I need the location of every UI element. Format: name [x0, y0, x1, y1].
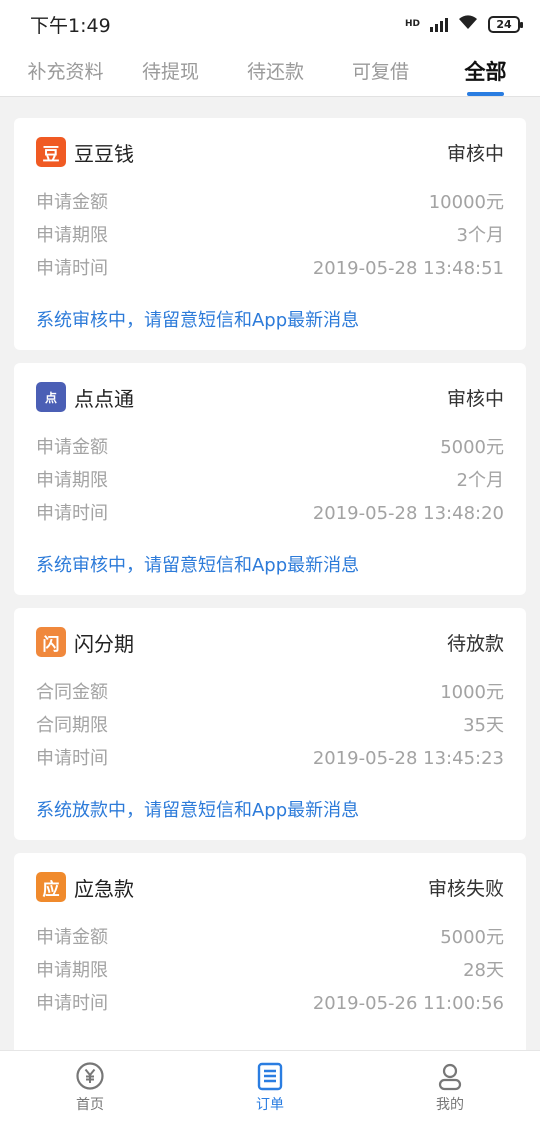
detail-value: 2019-05-28 13:45:23	[312, 748, 504, 769]
order-notice: 系统审核中，请留意短信和App最新消息	[36, 555, 360, 576]
detail-value: 1000元	[440, 682, 504, 703]
order-list: 豆 豆豆钱 审核中 申请金额 10000元 申请期限 3个月 申请时间 2019-05…	[14, 118, 526, 1098]
brand-name: 闪分期	[74, 631, 134, 656]
order-card-header: 点 点点通 审核中	[36, 363, 504, 431]
detail-value: 3个月	[456, 225, 504, 246]
detail-row: 合同金额 1000元	[36, 676, 504, 709]
status-time: 下午1:49	[30, 14, 111, 37]
detail-value: 35天	[463, 715, 504, 736]
tab-supplement[interactable]: 补充资料	[13, 48, 118, 96]
nav-profile-label: 我的	[436, 1097, 464, 1113]
detail-label: 申请金额	[36, 192, 108, 213]
brand-logo-icon: 闪	[36, 627, 66, 657]
network-type: HD	[404, 19, 420, 29]
detail-row: 申请期限 3个月	[36, 219, 504, 252]
detail-row: 申请金额 10000元	[36, 186, 504, 219]
detail-label: 申请金额	[36, 927, 108, 948]
order-card-header: 豆 豆豆钱 审核中	[36, 118, 504, 186]
detail-value: 5000元	[440, 437, 504, 458]
bottom-nav: 首页 订单 我的	[0, 1050, 540, 1124]
tab-reborrow[interactable]: 可复借	[328, 48, 433, 96]
battery-level: 24	[496, 17, 512, 31]
order-brand: 豆 豆豆钱	[36, 137, 134, 167]
user-icon	[438, 1063, 462, 1091]
detail-value: 2019-05-26 11:00:56	[312, 993, 504, 1014]
order-details: 合同金额 1000元 合同期限 35天 申请时间 2019-05-28 13:45:2…	[36, 676, 504, 775]
detail-value: 2019-05-28 13:48:51	[312, 258, 504, 279]
detail-label: 申请期限	[36, 225, 108, 246]
nav-home[interactable]: 首页	[0, 1051, 180, 1124]
yuan-icon	[76, 1062, 104, 1090]
detail-value: 28天	[463, 960, 504, 981]
order-details: 申请金额 5000元 申请期限 2个月 申请时间 2019-05-28 13:48:2…	[36, 431, 504, 530]
battery-icon: 24	[488, 15, 523, 33]
order-brand: 应 应急款	[36, 872, 134, 902]
order-status: 审核中	[446, 387, 504, 410]
detail-row: 申请时间 2019-05-26 11:00:56	[36, 987, 504, 1020]
detail-row: 申请时间 2019-05-28 13:48:20	[36, 497, 504, 530]
detail-label: 申请时间	[36, 993, 108, 1014]
detail-row: 申请时间 2019-05-28 13:45:23	[36, 742, 504, 775]
order-status: 审核中	[446, 142, 504, 165]
detail-row: 申请期限 2个月	[36, 464, 504, 497]
detail-label: 申请期限	[36, 470, 108, 491]
order-tabs: 补充资料 待提现 待还款 可复借 全部	[0, 48, 540, 97]
brand-name: 应急款	[74, 876, 134, 901]
status-icons: HD 24	[404, 14, 523, 34]
order-card[interactable]: 闪 闪分期 待放款 合同金额 1000元 合同期限 35天 申请时间 2019-05-…	[14, 608, 526, 840]
brand-name: 点点通	[74, 386, 134, 411]
detail-value: 5000元	[440, 927, 504, 948]
order-status: 审核失败	[427, 877, 504, 900]
detail-label: 申请时间	[36, 503, 108, 524]
order-details: 申请金额 5000元 申请期限 28天 申请时间 2019-05-26 11:00:5…	[36, 921, 504, 1020]
nav-orders[interactable]: 订单	[180, 1051, 360, 1124]
order-brand: 点 点点通	[36, 382, 134, 412]
wifi-icon	[458, 14, 478, 34]
signal-icon	[430, 16, 448, 32]
detail-row: 申请金额 5000元	[36, 431, 504, 464]
order-details: 申请金额 10000元 申请期限 3个月 申请时间 2019-05-28 13:48:…	[36, 186, 504, 285]
order-card[interactable]: 点 点点通 审核中 申请金额 5000元 申请期限 2个月 申请时间 2019-05-…	[14, 363, 526, 595]
brand-logo-icon: 豆	[36, 137, 66, 167]
detail-row: 申请期限 28天	[36, 954, 504, 987]
detail-value: 2个月	[456, 470, 504, 491]
detail-label: 申请金额	[36, 437, 108, 458]
order-status: 待放款	[446, 632, 504, 655]
detail-value: 2019-05-28 13:48:20	[312, 503, 504, 524]
detail-label: 合同金额	[36, 682, 108, 703]
order-brand: 闪 闪分期	[36, 627, 134, 657]
tab-pending-repay[interactable]: 待还款	[223, 48, 328, 96]
nav-profile[interactable]: 我的	[360, 1051, 540, 1124]
detail-row: 合同期限 35天	[36, 709, 504, 742]
brand-name: 豆豆钱	[74, 141, 134, 166]
detail-row: 申请时间 2019-05-28 13:48:51	[36, 252, 504, 285]
brand-logo-icon: 点	[36, 382, 66, 412]
detail-label: 申请时间	[36, 748, 108, 769]
order-card-header: 闪 闪分期 待放款	[36, 608, 504, 676]
order-notice: 系统审核中，请留意短信和App最新消息	[36, 310, 360, 331]
order-card-header: 应 应急款 审核失败	[36, 853, 504, 921]
nav-home-label: 首页	[76, 1097, 104, 1113]
detail-row: 申请金额 5000元	[36, 921, 504, 954]
detail-label: 申请期限	[36, 960, 108, 981]
tab-all[interactable]: 全部	[433, 48, 538, 96]
order-card[interactable]: 豆 豆豆钱 审核中 申请金额 10000元 申请期限 3个月 申请时间 2019-05…	[14, 118, 526, 350]
brand-logo-icon: 应	[36, 872, 66, 902]
order-notice: 系统放款中，请留意短信和App最新消息	[36, 800, 360, 821]
detail-label: 申请时间	[36, 258, 108, 279]
order-list-icon	[257, 1062, 283, 1091]
detail-label: 合同期限	[36, 715, 108, 736]
nav-orders-label: 订单	[256, 1097, 284, 1113]
status-bar: 下午1:49 HD 24	[0, 0, 540, 48]
detail-value: 10000元	[428, 192, 504, 213]
tab-pending-withdraw[interactable]: 待提现	[118, 48, 223, 96]
